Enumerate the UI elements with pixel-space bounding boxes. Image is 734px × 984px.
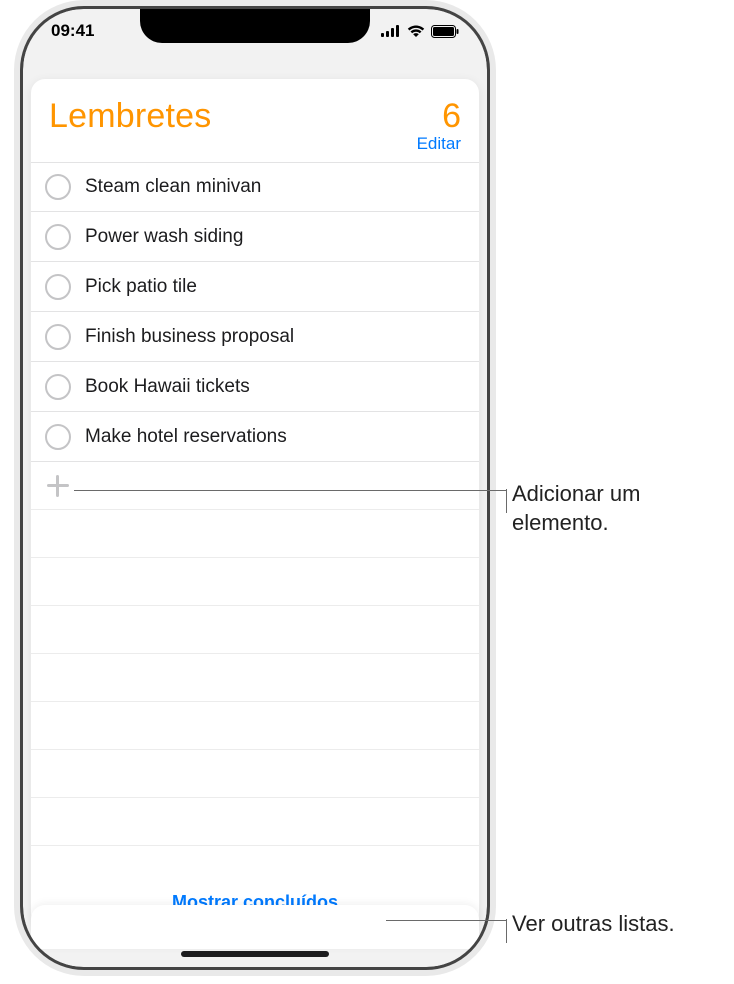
- wifi-icon: [407, 25, 425, 37]
- empty-row: [31, 798, 479, 846]
- reminder-row[interactable]: Power wash siding: [31, 212, 479, 262]
- reminder-row[interactable]: Steam clean minivan: [31, 162, 479, 212]
- reminder-text[interactable]: Pick patio tile: [85, 276, 197, 298]
- notch: [140, 9, 370, 43]
- status-right: [381, 25, 459, 38]
- reminder-text[interactable]: Book Hawaii tickets: [85, 376, 250, 398]
- empty-row: [31, 750, 479, 798]
- reminders-card: Lembretes 6 Editar Steam clean minivan P…: [31, 79, 479, 927]
- card-header: Lembretes 6 Editar: [31, 79, 479, 162]
- callout-text: Adicionar um elemento.: [512, 481, 640, 535]
- reminder-text[interactable]: Make hotel reservations: [85, 426, 287, 448]
- empty-row: [31, 702, 479, 750]
- callout-leader-line: [386, 920, 506, 921]
- checkbox-circle-icon[interactable]: [45, 374, 71, 400]
- list-title: Lembretes: [49, 97, 211, 136]
- cellular-signal-icon: [381, 25, 401, 37]
- home-indicator[interactable]: [181, 951, 329, 957]
- reminder-list: Steam clean minivan Power wash siding Pi…: [31, 162, 479, 876]
- add-reminder-row[interactable]: [31, 462, 479, 510]
- empty-row: [31, 558, 479, 606]
- reminder-row[interactable]: Make hotel reservations: [31, 412, 479, 462]
- reminder-row[interactable]: Pick patio tile: [31, 262, 479, 312]
- empty-row: [31, 510, 479, 558]
- screen: 09:41 Lembretes 6 Editar: [23, 9, 487, 967]
- callout-text: Ver outras listas.: [512, 911, 675, 936]
- reminder-count: 6: [417, 97, 461, 136]
- checkbox-circle-icon[interactable]: [45, 274, 71, 300]
- reminder-row[interactable]: Book Hawaii tickets: [31, 362, 479, 412]
- reminder-row[interactable]: Finish business proposal: [31, 312, 479, 362]
- plus-icon[interactable]: [45, 473, 71, 499]
- callout-add-item: Adicionar um elemento.: [512, 480, 722, 537]
- checkbox-circle-icon[interactable]: [45, 424, 71, 450]
- callout-leader-line: [74, 490, 506, 491]
- status-time: 09:41: [51, 21, 94, 41]
- empty-row: [31, 654, 479, 702]
- phone-frame: 09:41 Lembretes 6 Editar: [20, 6, 490, 970]
- checkbox-circle-icon[interactable]: [45, 174, 71, 200]
- edit-button[interactable]: Editar: [417, 134, 461, 154]
- reminder-text[interactable]: Finish business proposal: [85, 326, 294, 348]
- checkbox-circle-icon[interactable]: [45, 224, 71, 250]
- reminder-text[interactable]: Steam clean minivan: [85, 176, 261, 198]
- callout-other-lists: Ver outras listas.: [512, 910, 722, 939]
- lists-drawer[interactable]: [31, 905, 479, 949]
- reminder-text[interactable]: Power wash siding: [85, 226, 243, 248]
- empty-row: [31, 606, 479, 654]
- battery-icon: [431, 25, 459, 38]
- checkbox-circle-icon[interactable]: [45, 324, 71, 350]
